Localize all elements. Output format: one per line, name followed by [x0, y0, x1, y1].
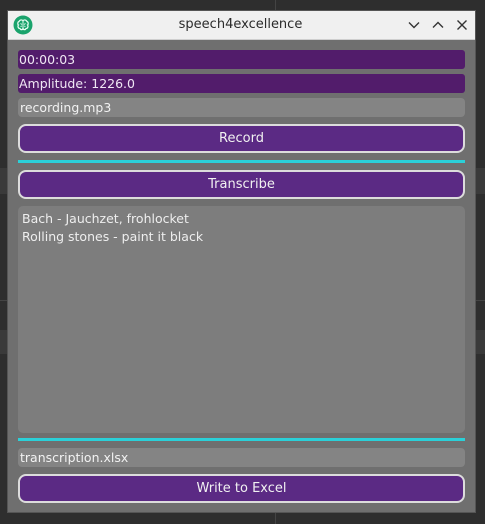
transcribe-button[interactable]: Transcribe	[18, 170, 465, 199]
transcription-textarea[interactable]: Bach - Jauchzet, frohlocket Rolling ston…	[18, 206, 465, 433]
brain-icon	[13, 15, 33, 35]
amplitude-display: Amplitude: 1226.0	[18, 74, 465, 93]
app-window: speech4excellence 00:00:03 Amplitude: 12…	[7, 10, 476, 513]
main-panel: 00:00:03 Amplitude: 1226.0 recording.mp3…	[8, 40, 475, 512]
section-divider	[18, 438, 465, 441]
transcription-line: Rolling stones - paint it black	[22, 229, 204, 244]
transcription-line: Bach - Jauchzet, frohlocket	[22, 211, 189, 226]
output-filename-input[interactable]: transcription.xlsx	[18, 448, 465, 467]
close-icon[interactable]	[453, 16, 471, 34]
recording-filename-input[interactable]: recording.mp3	[18, 98, 465, 117]
desktop-background: speech4excellence 00:00:03 Amplitude: 12…	[0, 0, 485, 524]
window-title: speech4excellence	[178, 17, 303, 32]
timer-display: 00:00:03	[18, 50, 465, 69]
write-to-excel-button[interactable]: Write to Excel	[18, 474, 465, 503]
record-button[interactable]: Record	[18, 124, 465, 153]
chevron-up-icon[interactable]	[429, 16, 447, 34]
chevron-down-icon[interactable]	[405, 16, 423, 34]
section-divider	[18, 160, 465, 163]
title-bar[interactable]: speech4excellence	[8, 11, 475, 40]
